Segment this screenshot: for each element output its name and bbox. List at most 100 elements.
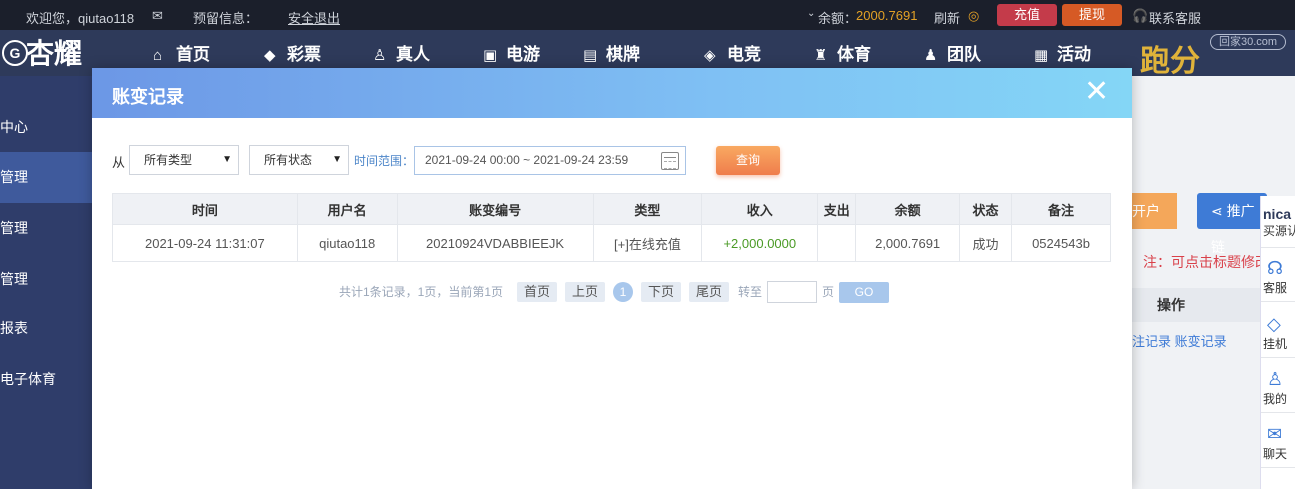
float-mine-label: 我的 [1263,392,1288,406]
col-username[interactable]: 用户名 [296,193,398,225]
gamepad-icon: ◈ [704,47,716,64]
float-mine[interactable]: ♙ 我的 [1261,363,1295,413]
open-account-button[interactable]: 开户 [1132,193,1177,229]
col-time[interactable]: 时间 [112,193,298,225]
withdraw-button[interactable]: 提现 [1062,4,1122,26]
nav-home[interactable]: ⌂ 首页 [153,40,210,65]
float-chat-label: 聊天 [1263,447,1288,461]
col-status[interactable]: 状态 [959,193,1013,225]
logout-link[interactable]: 安全退出 [288,8,340,27]
sidebar-item-reports[interactable]: 报表 [0,303,92,354]
from-label: 从 [112,155,126,170]
col-expense[interactable]: 支出 [817,193,857,225]
nav-esports-label: 电竞 [727,45,761,64]
mail-icon[interactable]: ✉ [152,8,163,24]
floating-panel: nica 买源认 ☊ 客服 ◇ 挂机 ♙ 我的 ✉ 聊天 [1260,196,1295,489]
time-range-input[interactable]: 2021-09-24 00:00 ~ 2021-09-24 23:59 [414,146,686,175]
table-header-row: 时间 用户名 账变编号 类型 收入 支出 余额 状态 备注 [112,193,1111,225]
dropdown-arrow-icon: ▼ [222,154,232,165]
nav-events-label: 活动 [1057,45,1091,64]
nav-cards-label: 棋牌 [606,45,640,64]
paofen-logo[interactable]: 跑分 [1140,36,1200,80]
table-row: 2021-09-24 11:31:07 qiutao118 20210924VD… [112,224,1111,262]
last-page-button[interactable]: 尾页 [689,282,729,302]
time-range-value: 2021-09-24 00:00 ~ 2021-09-24 23:59 [425,153,629,167]
eye-hidden-icon[interactable]: ◎ [968,8,979,24]
nav-cards[interactable]: ▤ 棋牌 [583,40,640,65]
cell-income: +2,000.0000 [701,224,819,262]
float-hook[interactable]: ◇ 挂机 [1261,308,1295,358]
prev-page-button[interactable]: 上页 [565,282,605,302]
next-page-button[interactable]: 下页 [641,282,681,302]
query-button[interactable]: 查询 [716,146,780,175]
sidebar-item-manage-1[interactable]: 管理 [0,152,92,203]
float-hook-label: 挂机 [1263,337,1288,351]
float-support-label: 客服 [1263,281,1288,295]
nav-team[interactable]: ♟ 团队 [924,40,981,65]
gift-icon: ▦ [1034,47,1049,64]
col-income[interactable]: 收入 [701,193,819,225]
person-icon: ♙ [373,47,387,64]
first-page-button[interactable]: 首页 [517,282,557,302]
operation-header: 操作 [1132,288,1262,322]
cell-status: 成功 [959,224,1013,262]
calendar-icon[interactable] [661,152,679,170]
cell-username: qiutao118 [296,224,398,262]
top-bar: 欢迎您，qiutao118 ✉ 预留信息： 安全退出 ⌄ 余额： 2000.76… [0,0,1295,30]
cell-remark: 0524543b [1011,224,1111,262]
home-icon: ⌂ [153,47,163,64]
user-icon: ♙ [1267,369,1284,389]
refresh-link[interactable]: 刷新 [934,8,960,27]
sidebar-item-manage-3[interactable]: 管理 [0,254,92,305]
support-link[interactable]: 联系客服 [1149,8,1201,27]
account-change-modal: 账变记录 ✕ 从 所有类型 ▼ 所有状态 ▼ 时间范围： 2021-09-24 … [92,68,1132,489]
modal-header: 账变记录 ✕ [92,68,1132,118]
promote-link-button[interactable]: ⋖ 推广链 [1197,193,1267,255]
sidebar-item-esports[interactable]: 电子体育 [0,354,92,405]
nav-slots-label: 电游 [506,45,540,64]
col-type[interactable]: 类型 [592,193,703,225]
diamond-icon: ◇ [1267,314,1281,334]
time-range-label: 时间范围： [354,154,415,168]
welcome-text: 欢迎您，qiutao118 [26,11,135,26]
cell-expense [817,224,857,262]
status-select[interactable]: 所有状态 ▼ [249,145,349,175]
ticket-icon: ◆ [264,47,276,64]
goto-label: 转至 [738,285,763,299]
nav-live[interactable]: ♙ 真人 [373,40,430,65]
goto-page-input[interactable] [767,281,817,303]
col-balance[interactable]: 余额 [855,193,961,225]
balance-label: 余额： [818,11,858,26]
float-support[interactable]: ☊ 客服 [1261,252,1295,302]
share-icon: ⋖ [1211,203,1227,219]
headset-icon: ☊ [1267,258,1283,278]
nav-events[interactable]: ▦ 活动 [1034,40,1091,65]
nav-team-label: 团队 [947,45,981,64]
slot-machine-icon: ▣ [483,47,498,64]
close-icon[interactable]: ✕ [1084,77,1109,107]
nav-sports[interactable]: ♜ 体育 [814,40,871,65]
sidebar-item-center[interactable]: 中心 [0,102,92,153]
float-top-label: nica [1263,206,1292,222]
float-top[interactable]: nica 买源认 [1261,196,1295,248]
record-links[interactable]: 注记录 账变记录 [1132,331,1227,350]
sidebar-item-manage-2[interactable]: 管理 [0,203,92,254]
edit-title-note: 注：可点击标题修改 [1143,254,1269,270]
current-page[interactable]: 1 [613,282,633,302]
nav-esports[interactable]: ◈ 电竞 [704,40,761,65]
cell-type: [+]在线充值 [592,224,703,262]
cards-icon: ▤ [583,47,598,64]
nav-lottery[interactable]: ◆ 彩票 [264,40,321,65]
float-chat[interactable]: ✉ 聊天 [1261,418,1295,468]
col-remark[interactable]: 备注 [1011,193,1111,225]
col-change-id[interactable]: 账变编号 [396,193,594,225]
pagination: 共计1条记录，1页，当前第1页 首页 上页 1 下页 尾页 转至 页 GO [92,281,1132,304]
site-watermark: 回家30.com [1210,34,1286,50]
nav-slots[interactable]: ▣ 电游 [483,40,540,65]
go-button[interactable]: GO [839,282,889,303]
logo-emblem-icon: G [2,40,28,66]
type-select[interactable]: 所有类型 ▼ [129,145,239,175]
cell-change-id: 20210924VDABBIEEJK [396,224,594,262]
deposit-button[interactable]: 充值 [997,4,1057,26]
chevron-down-icon[interactable]: ⌄ [807,8,815,19]
